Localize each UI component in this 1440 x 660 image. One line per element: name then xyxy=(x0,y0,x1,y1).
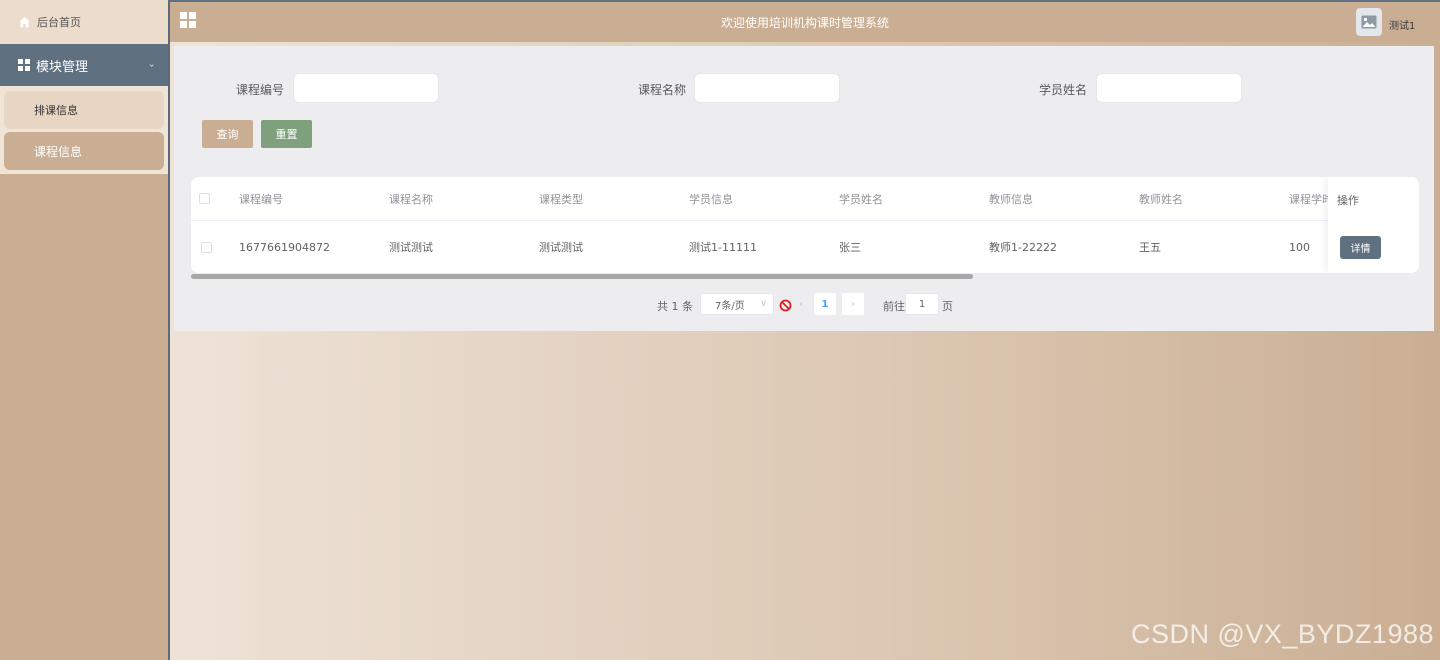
course-no-label: 课程编号 xyxy=(236,83,285,97)
prev-page-button[interactable]: ‹ xyxy=(791,293,811,315)
sidebar-home-label: 后台首页 xyxy=(37,16,81,29)
cell-course-no: 1677661904872 xyxy=(239,240,330,254)
column-header[interactable]: 课程类型 xyxy=(539,177,583,220)
main-panel: 课程编号 课程名称 学员姓名 查询 重置 课程编号 课程名称 课程类型 学员信息… xyxy=(174,46,1434,331)
page-size-value: 7条/页 xyxy=(715,300,745,312)
cell-student-info: 测试1-11111 xyxy=(689,241,757,254)
column-header[interactable]: 学员姓名 xyxy=(839,177,883,220)
sidebar: 后台首页 模块管理 ‹ 排课信息 课程信息 xyxy=(0,0,170,660)
table-header: 课程编号 课程名称 课程类型 学员信息 学员姓名 教师信息 教师姓名 课程学时 xyxy=(191,177,1419,221)
grid-icon xyxy=(18,59,30,71)
top-bar: 欢迎使用培训机构课时管理系统 测试1 xyxy=(170,0,1440,42)
watermark: CSDN @VX_BYDZ1988 xyxy=(1130,619,1434,649)
page-suffix-label: 页 xyxy=(942,300,953,313)
chevron-down-icon: ∨ xyxy=(760,299,767,309)
goto-page-input[interactable] xyxy=(905,293,939,315)
page-number-current[interactable]: 1 xyxy=(814,293,836,315)
select-all-checkbox[interactable] xyxy=(199,193,210,204)
page-size-select[interactable]: 7条/页 ∨ xyxy=(700,293,774,315)
course-name-label: 课程名称 xyxy=(638,83,687,97)
next-page-button[interactable]: › xyxy=(842,293,864,315)
system-title: 欢迎使用培训机构课时管理系统 xyxy=(720,16,889,30)
cell-hours: 100 xyxy=(1289,240,1310,254)
cell-course-type: 测试测试 xyxy=(539,241,583,254)
column-header[interactable]: 教师信息 xyxy=(989,177,1033,220)
detail-button[interactable]: 详情 xyxy=(1340,236,1381,259)
cell-course-name: 测试测试 xyxy=(389,241,433,254)
reset-button[interactable]: 重置 xyxy=(261,120,312,148)
sidebar-group-label: 模块管理 xyxy=(36,59,89,75)
chevron-up-icon: ‹ xyxy=(146,63,158,67)
student-name-label: 学员姓名 xyxy=(1039,83,1088,97)
avatar[interactable] xyxy=(1356,8,1382,36)
course-no-input[interactable] xyxy=(293,73,439,103)
column-header[interactable]: 课程编号 xyxy=(239,177,283,220)
table-row[interactable]: 1677661904872 测试测试 测试测试 测试1-11111 张三 教师1… xyxy=(191,222,1419,272)
column-header[interactable]: 教师姓名 xyxy=(1139,177,1183,220)
goto-label: 前往 xyxy=(883,300,905,313)
student-name-input[interactable] xyxy=(1096,73,1242,103)
sidebar-home-link[interactable]: 后台首页 xyxy=(0,0,168,44)
horizontal-scrollbar[interactable] xyxy=(191,274,973,279)
course-name-input[interactable] xyxy=(694,73,840,103)
sidebar-item-schedule[interactable]: 排课信息 xyxy=(4,91,164,129)
user-name[interactable]: 测试1 xyxy=(1389,17,1415,32)
pagination-total: 共 1 条 xyxy=(657,300,693,313)
cell-student-name: 张三 xyxy=(839,241,861,254)
row-checkbox[interactable] xyxy=(201,241,212,253)
column-header[interactable]: 学员信息 xyxy=(689,177,733,220)
image-icon xyxy=(1361,15,1377,29)
cell-teacher-info: 教师1-22222 xyxy=(989,241,1057,254)
fixed-action-column: 操作 详情 xyxy=(1328,177,1419,273)
sidebar-item-label: 课程信息 xyxy=(34,144,83,159)
query-button[interactable]: 查询 xyxy=(202,120,253,148)
data-table: 课程编号 课程名称 课程类型 学员信息 学员姓名 教师信息 教师姓名 课程学时 … xyxy=(191,177,1419,273)
sidebar-submenu: 排课信息 课程信息 xyxy=(0,86,168,174)
column-header[interactable]: 课程名称 xyxy=(389,177,433,220)
sidebar-item-label: 排课信息 xyxy=(34,104,78,117)
sidebar-group-module[interactable]: 模块管理 ‹ xyxy=(0,44,168,86)
column-header[interactable]: 课程学时 xyxy=(1289,177,1333,220)
column-header-action: 操作 xyxy=(1337,194,1359,207)
cell-teacher-name: 王五 xyxy=(1139,241,1161,254)
sidebar-item-course[interactable]: 课程信息 xyxy=(4,132,164,170)
home-icon xyxy=(18,16,31,29)
